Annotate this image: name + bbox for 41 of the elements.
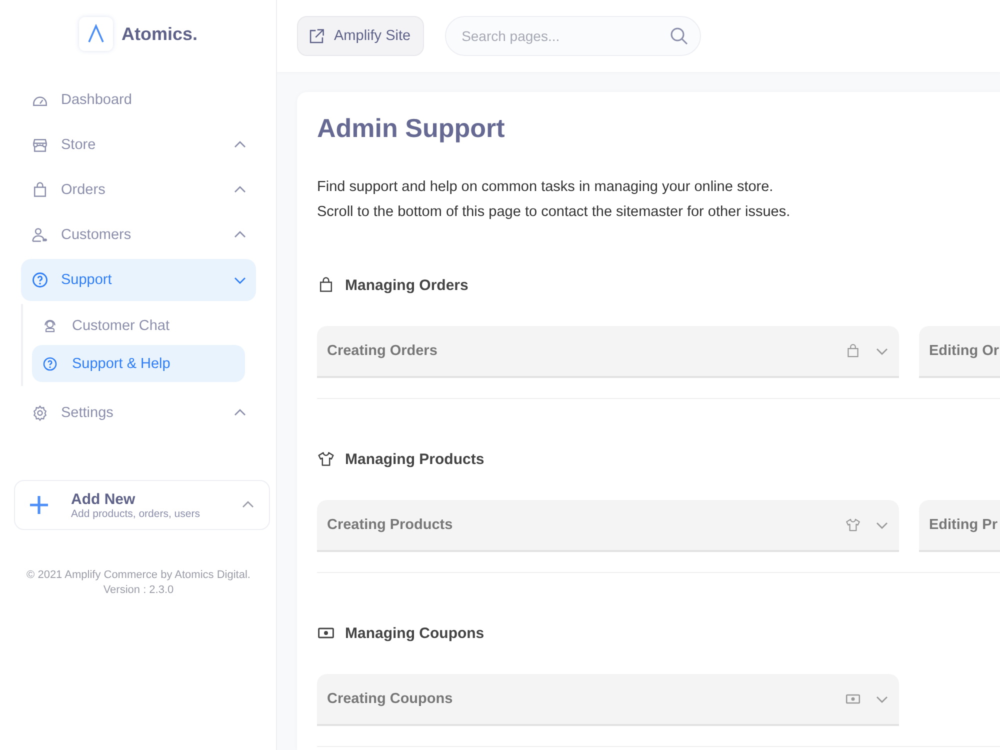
nav-item[interactable]: Orders xyxy=(21,169,256,211)
headset-icon xyxy=(42,318,58,334)
search-field[interactable]: Search pages... xyxy=(444,16,701,56)
add-new-button[interactable]: Add New Add products, orders, users xyxy=(14,480,270,530)
nav-item[interactable]: Support xyxy=(21,259,256,301)
store-icon xyxy=(31,136,49,154)
nav-item[interactable]: Store xyxy=(21,124,256,166)
user-icon xyxy=(31,226,49,244)
accordion-header[interactable]: Creating Orders xyxy=(317,326,899,378)
section-title: Managing Orders xyxy=(345,276,468,294)
bag-icon xyxy=(317,276,335,294)
page-title: Admin Support xyxy=(317,112,506,144)
submenu-item[interactable]: Customer Chat xyxy=(32,307,245,344)
bag-icon xyxy=(845,343,861,359)
copyright-text: © 2021 Amplify Commerce by Atomics Digital. xyxy=(26,568,252,583)
plus-icon xyxy=(29,495,49,515)
accordion-header[interactable]: Editing Or xyxy=(919,326,1000,378)
shirt-icon xyxy=(845,517,861,533)
accordion-header[interactable]: Creating Coupons xyxy=(317,674,899,726)
nav-item[interactable]: Customers xyxy=(21,214,256,256)
section-title: Managing Coupons xyxy=(345,624,484,642)
section-title: Managing Products xyxy=(345,450,484,468)
add-new-title: Add New xyxy=(71,490,136,508)
external-link-icon xyxy=(308,28,325,44)
search-icon xyxy=(668,26,689,46)
shirt-icon xyxy=(317,450,335,468)
site-link-button[interactable]: Amplify Site xyxy=(297,16,424,56)
add-new-subtitle: Add products, orders, users xyxy=(71,508,201,520)
nav-item[interactable]: Dashboard xyxy=(21,79,256,121)
help-icon xyxy=(42,356,58,372)
settings-icon xyxy=(31,404,49,422)
accordion-header[interactable]: Creating Products xyxy=(317,500,899,552)
version-text: Version : 2.3.0 xyxy=(102,583,175,598)
intro-text: Scroll to the bottom of this page to contact the sitemaster for other issues. xyxy=(317,203,792,222)
brand-name: Atomics. xyxy=(121,24,198,44)
bag-icon xyxy=(31,181,49,199)
accordion-header[interactable]: Editing Pr xyxy=(919,500,1000,552)
nav-item[interactable]: Settings xyxy=(21,392,256,434)
intro-text: Find support and help on common tasks in managing your online store. xyxy=(317,178,774,197)
help-icon xyxy=(31,271,49,289)
submenu-item[interactable]: Support & Help xyxy=(32,345,245,382)
